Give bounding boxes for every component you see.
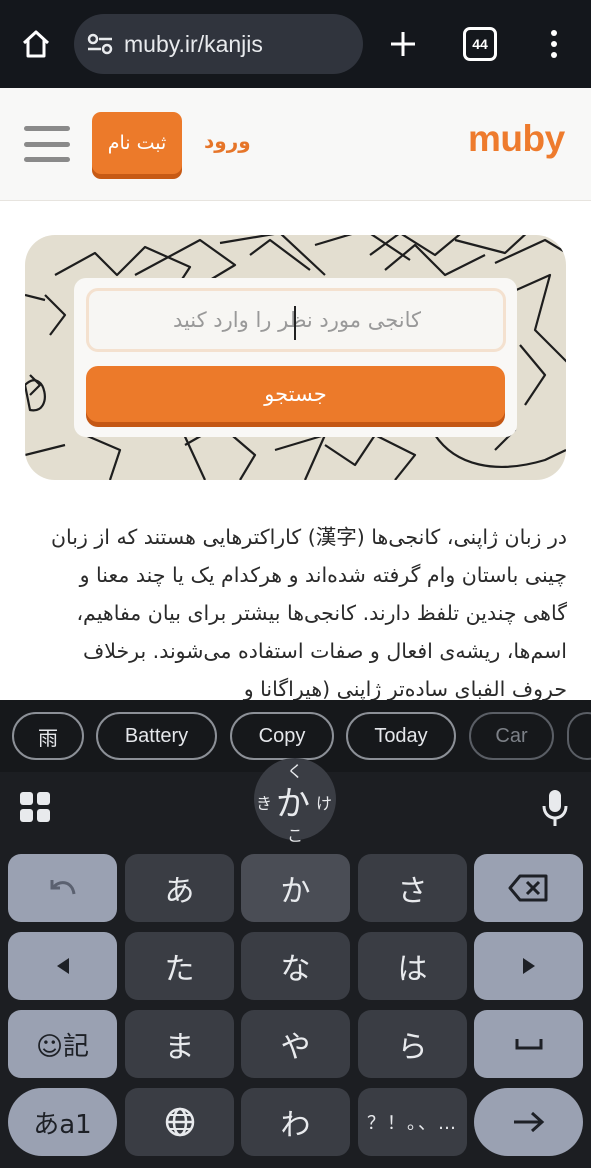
suggestion-chip[interactable]: 雨: [12, 712, 84, 760]
kana-key-ya[interactable]: や: [241, 1010, 350, 1078]
home-icon: [22, 30, 50, 58]
kana-key-sa[interactable]: さ: [358, 854, 467, 922]
right-arrow-icon: [522, 958, 535, 974]
dot-icon: [551, 41, 557, 47]
suggestion-chip[interactable]: Today: [346, 712, 456, 760]
intro-paragraph: در زبان ژاپنی، کانجی‌ها (漢字) کاراکترهایی…: [50, 525, 567, 700]
signup-button[interactable]: ثبت نام: [92, 112, 182, 174]
kana-key-a[interactable]: あ: [125, 854, 234, 922]
enter-key[interactable]: [474, 1088, 583, 1156]
emoji-kigou-key[interactable]: ☺記: [8, 1010, 117, 1078]
flick-center-char: か: [276, 784, 310, 824]
cursor-right-key[interactable]: [474, 932, 583, 1000]
search-button[interactable]: جستجو: [86, 366, 505, 422]
kana-key-ka[interactable]: か: [241, 854, 350, 922]
backspace-key[interactable]: [474, 854, 583, 922]
kanji-search-input[interactable]: کانجی مورد نظر را وارد کنید: [86, 288, 506, 352]
microphone-icon[interactable]: [540, 788, 570, 828]
search-card: کانجی مورد نظر را وارد کنید جستجو: [74, 278, 517, 437]
kana-key-na[interactable]: な: [241, 932, 350, 1000]
language-key[interactable]: [125, 1088, 234, 1156]
site-logo[interactable]: muby: [468, 118, 565, 160]
left-arrow-icon: [56, 958, 69, 974]
dot-icon: [551, 52, 557, 58]
backspace-icon: [508, 874, 547, 902]
space-icon: [515, 1039, 542, 1050]
suggestion-chip[interactable]: Car: [469, 712, 554, 760]
web-page: ثبت نام ورود muby کانجی مورد نظر را وارد…: [0, 88, 591, 700]
kana-key-ta[interactable]: た: [125, 932, 234, 1000]
site-header: ثبت نام ورود muby: [0, 88, 591, 201]
flick-bottom-char: こ: [287, 826, 304, 845]
browser-toolbar: muby.ir/kanjis 44: [0, 0, 591, 88]
suggestion-chip[interactable]: Battery: [96, 712, 217, 760]
flick-left-char: き: [256, 794, 273, 813]
kana-key-ra[interactable]: ら: [358, 1010, 467, 1078]
address-bar[interactable]: muby.ir/kanjis: [74, 14, 363, 74]
globe-icon: [165, 1107, 194, 1137]
space-key[interactable]: [474, 1010, 583, 1078]
keyboard-apps-icon[interactable]: [20, 792, 50, 822]
kana-key-ma[interactable]: ま: [125, 1010, 234, 1078]
plus-icon: [391, 32, 415, 56]
site-settings-icon[interactable]: [86, 30, 114, 58]
tab-switcher-button[interactable]: 44: [463, 27, 497, 61]
punctuation-key[interactable]: ？！。、…: [358, 1088, 467, 1156]
suggestion-chip[interactable]: Copy: [230, 712, 334, 760]
new-tab-button[interactable]: [383, 24, 423, 64]
flick-input-popup: く き か け こ: [254, 758, 336, 845]
flick-right-char: け: [316, 794, 333, 813]
home-button[interactable]: [14, 22, 58, 66]
hamburger-menu-icon[interactable]: [24, 126, 70, 162]
more-menu-button[interactable]: [540, 24, 568, 64]
arrow-right-icon: [513, 1111, 544, 1133]
on-screen-keyboard: 雨 Battery Copy Today Car あ か さ た な は ☺記 …: [0, 700, 591, 1168]
login-link[interactable]: ورود: [204, 129, 251, 153]
undo-icon: [50, 880, 75, 895]
kana-key-ha[interactable]: は: [358, 932, 467, 1000]
url-text[interactable]: muby.ir/kanjis: [124, 31, 263, 58]
dot-icon: [551, 30, 557, 36]
input-mode-key[interactable]: あa1: [8, 1088, 117, 1156]
undo-key[interactable]: [8, 854, 117, 922]
cursor-left-key[interactable]: [8, 932, 117, 1000]
text-caret: [294, 306, 296, 340]
kana-key-wa[interactable]: わ: [241, 1088, 350, 1156]
suggestion-chip-partial[interactable]: [567, 712, 591, 760]
